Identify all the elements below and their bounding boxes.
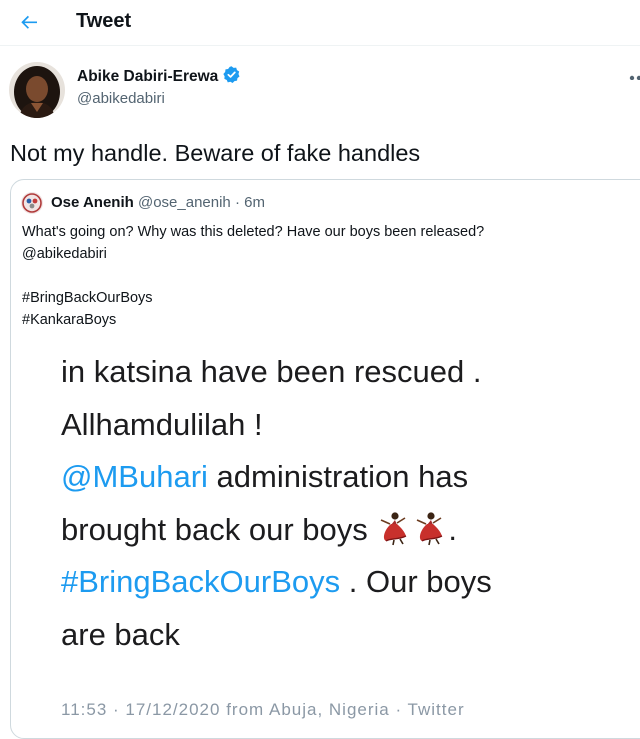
dancer-icon [381, 511, 407, 545]
page-title: Tweet [76, 10, 132, 32]
embedded-footer-cut: 11:53 · 17/12/2020 from Abuja, Nigeria ·… [61, 700, 465, 719]
author-name-text: Abike Dabiri-Erewa [77, 68, 219, 85]
quoted-tweet-text: What's going on? Why was this deleted? H… [22, 221, 484, 331]
embedded-line: #BringBackOurBoys . Our boys [61, 556, 492, 609]
quoted-tweet-time: 6m [244, 194, 265, 211]
embedded-text: . Our boys [340, 564, 492, 599]
quoted-author-name: Ose Anenih [51, 194, 134, 211]
back-button[interactable] [12, 6, 46, 40]
embedded-line: @MBuhari administration has [61, 451, 492, 504]
quoted-mention: @abikedabiri [22, 246, 107, 262]
embedded-screenshot: in katsina have been rescued . Allhamdul… [61, 346, 492, 661]
dancer-icon [417, 511, 443, 545]
quoted-hashtag: #KankaraBoys [22, 312, 117, 328]
quoted-author-avatar [21, 192, 43, 214]
embedded-line: in katsina have been rescued . [61, 354, 482, 389]
verified-badge-icon [223, 66, 240, 83]
quoted-tweet-header: Ose Anenih @ose_anenih · 6m [51, 193, 265, 213]
embedded-text: brought back our boys [61, 511, 368, 547]
quoted-hashtag: #BringBackOurBoys [22, 290, 153, 306]
author-handle[interactable]: @abikedabiri [77, 89, 165, 109]
more-dots-icon [629, 75, 640, 80]
more-options-button[interactable] [628, 70, 640, 80]
author-name[interactable]: Abike Dabiri-Erewa [77, 65, 241, 87]
embedded-line: Allhamdulilah ! [61, 406, 263, 442]
author-avatar[interactable] [9, 62, 65, 118]
arrow-left-icon [21, 15, 37, 29]
embedded-line: are back [61, 616, 180, 652]
embedded-hashtag: #BringBackOurBoys [61, 564, 341, 599]
embedded-text: administration has [207, 459, 469, 494]
embedded-mention: @MBuhari [61, 459, 208, 494]
embedded-line: brought back our boys . [61, 504, 492, 557]
quoted-author-handle: @ose_anenih [137, 194, 231, 211]
quoted-line: What's going on? Why was this deleted? H… [22, 224, 485, 240]
tweet-text: Not my handle. Beware of fake handles [10, 140, 421, 166]
embedded-text: . [448, 511, 457, 547]
quoted-tweet-card[interactable]: Ose Anenih @ose_anenih · 6m What's going… [10, 179, 640, 739]
top-bar: Tweet [0, 0, 640, 46]
separator-dot: · [230, 194, 245, 211]
